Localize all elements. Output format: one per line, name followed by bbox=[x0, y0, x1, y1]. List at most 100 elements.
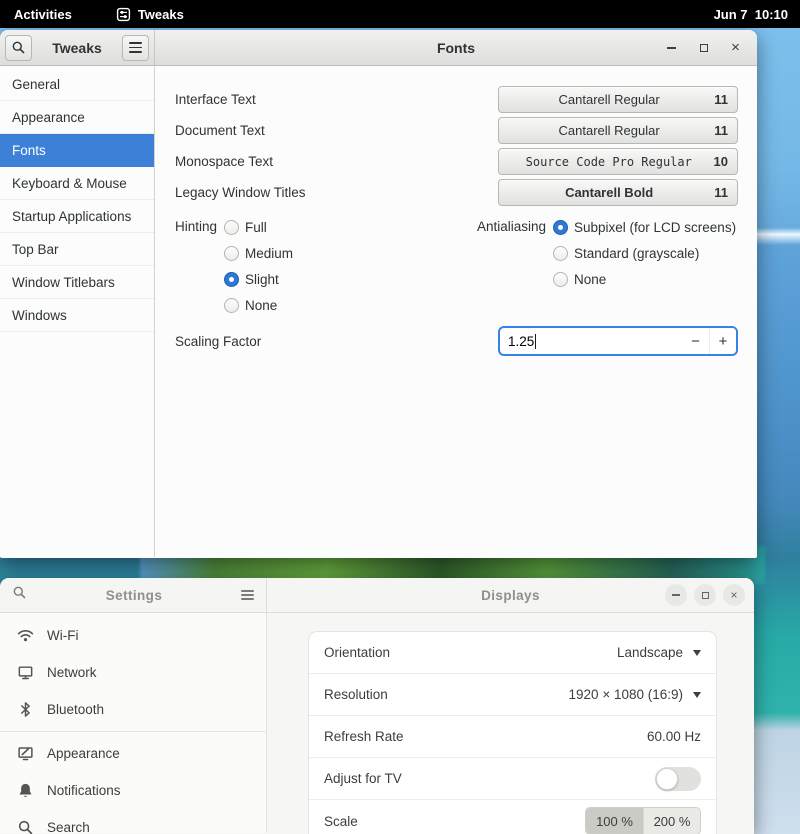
menu-button[interactable] bbox=[241, 590, 254, 601]
minimize-button[interactable] bbox=[665, 41, 678, 54]
decrement-button[interactable]: − bbox=[682, 328, 709, 354]
sidebar-item-label: Wi-Fi bbox=[47, 628, 78, 643]
sidebar-item-bluetooth[interactable]: Bluetooth bbox=[0, 691, 266, 728]
resolution-label: Resolution bbox=[324, 687, 388, 702]
settings-window: Settings Displays × Wi-Fi bbox=[0, 578, 754, 834]
clock[interactable]: Jun 7 10:10 bbox=[714, 7, 788, 22]
bluetooth-icon bbox=[17, 701, 34, 718]
legacy-window-titles-font-button[interactable]: Cantarell Bold 11 bbox=[498, 179, 738, 206]
font-name: Cantarell Regular bbox=[508, 123, 710, 138]
close-icon: × bbox=[730, 589, 737, 601]
document-text-row: Document Text Cantarell Regular 11 bbox=[175, 117, 738, 144]
resolution-row[interactable]: Resolution 1920 × 1080 (16:9) bbox=[309, 674, 716, 716]
close-button[interactable]: × bbox=[729, 41, 742, 54]
sidebar-separator bbox=[0, 731, 266, 732]
hinting-option-medium[interactable]: Medium bbox=[224, 240, 293, 266]
orientation-label: Orientation bbox=[324, 645, 390, 660]
radio-label: Medium bbox=[245, 246, 293, 261]
legacy-window-titles-label: Legacy Window Titles bbox=[175, 185, 306, 200]
sidebar-item-windows[interactable]: Windows bbox=[0, 299, 154, 332]
increment-button[interactable]: + bbox=[709, 328, 736, 354]
adjust-for-tv-toggle[interactable] bbox=[655, 767, 701, 791]
sidebar-item-notifications[interactable]: Notifications bbox=[0, 772, 266, 809]
hinting-option-full[interactable]: Full bbox=[224, 214, 293, 240]
hamburger-icon bbox=[241, 590, 254, 601]
legacy-window-titles-row: Legacy Window Titles Cantarell Bold 11 bbox=[175, 179, 738, 206]
scale-200-button[interactable]: 200 % bbox=[643, 808, 700, 834]
scaling-factor-row: Scaling Factor 1.25 − + bbox=[175, 326, 738, 356]
window-controls: × bbox=[665, 584, 745, 606]
font-name: Source Code Pro Regular bbox=[508, 155, 710, 169]
settings-sidebar: Wi-Fi Network Bluetooth bbox=[0, 613, 267, 833]
sidebar-item-general[interactable]: General bbox=[0, 68, 154, 101]
gnome-top-bar: Activities Tweaks Jun 7 10:10 bbox=[0, 0, 800, 28]
sidebar-item-network[interactable]: Network bbox=[0, 654, 266, 691]
sidebar-item-window-titlebars[interactable]: Window Titlebars bbox=[0, 266, 154, 299]
font-size: 10 bbox=[714, 154, 728, 169]
text-caret bbox=[535, 334, 536, 349]
orientation-row[interactable]: Orientation Landscape bbox=[309, 632, 716, 674]
resolution-value[interactable]: 1920 × 1080 (16:9) bbox=[569, 687, 701, 702]
sidebar-item-label: Search bbox=[47, 820, 90, 834]
hinting-option-slight[interactable]: Slight bbox=[224, 266, 293, 292]
search-button[interactable] bbox=[12, 585, 27, 605]
radio-icon bbox=[224, 220, 239, 235]
minimize-button[interactable] bbox=[665, 584, 687, 606]
scale-row: Scale 100 % 200 % bbox=[309, 800, 716, 834]
monospace-text-row: Monospace Text Source Code Pro Regular 1… bbox=[175, 148, 738, 175]
scale-100-button[interactable]: 100 % bbox=[586, 808, 643, 834]
interface-text-font-button[interactable]: Cantarell Regular 11 bbox=[498, 86, 738, 113]
menu-button[interactable] bbox=[122, 35, 149, 61]
scaling-factor-value[interactable]: 1.25 bbox=[500, 334, 534, 349]
sidebar-item-label: Notifications bbox=[47, 783, 121, 798]
sidebar-item-appearance[interactable]: Appearance bbox=[0, 735, 266, 772]
activities-button[interactable]: Activities bbox=[14, 7, 72, 22]
orientation-value[interactable]: Landscape bbox=[617, 645, 701, 660]
sidebar-item-label: Appearance bbox=[47, 746, 120, 761]
antialiasing-options: Subpixel (for LCD screens) Standard (gra… bbox=[553, 214, 738, 318]
sidebar-item-wifi[interactable]: Wi-Fi bbox=[0, 617, 266, 654]
settings-body: Wi-Fi Network Bluetooth bbox=[0, 613, 754, 833]
monospace-text-font-button[interactable]: Source Code Pro Regular 10 bbox=[498, 148, 738, 175]
chevron-down-icon bbox=[693, 650, 701, 656]
hinting-option-none[interactable]: None bbox=[224, 292, 293, 318]
antialiasing-option-subpixel[interactable]: Subpixel (for LCD screens) bbox=[553, 214, 738, 240]
close-button[interactable]: × bbox=[723, 584, 745, 606]
antialiasing-option-standard[interactable]: Standard (grayscale) bbox=[553, 240, 738, 266]
app-menu[interactable]: Tweaks bbox=[116, 7, 184, 22]
window-title: Settings bbox=[27, 588, 241, 603]
scaling-factor-spinbox[interactable]: 1.25 − + bbox=[498, 326, 738, 356]
sidebar-item-startup-applications[interactable]: Startup Applications bbox=[0, 200, 154, 233]
settings-headerbar-left: Settings bbox=[0, 578, 267, 612]
font-size: 11 bbox=[714, 185, 728, 200]
minimize-icon bbox=[672, 594, 680, 596]
interface-text-label: Interface Text bbox=[175, 92, 256, 107]
search-button[interactable] bbox=[5, 35, 32, 61]
radio-label: Slight bbox=[245, 272, 279, 287]
maximize-button[interactable] bbox=[697, 41, 710, 54]
tweaks-window: Tweaks Fonts × General Appearance Fonts … bbox=[0, 30, 757, 558]
sidebar-item-top-bar[interactable]: Top Bar bbox=[0, 233, 154, 266]
sidebar-item-search[interactable]: Search bbox=[0, 809, 266, 834]
sidebar-item-keyboard-mouse[interactable]: Keyboard & Mouse bbox=[0, 167, 154, 200]
antialiasing-option-none[interactable]: None bbox=[553, 266, 738, 292]
document-text-font-button[interactable]: Cantarell Regular 11 bbox=[498, 117, 738, 144]
settings-headerbar-right: Displays × bbox=[267, 578, 754, 612]
maximize-icon bbox=[702, 592, 709, 599]
radio-icon bbox=[224, 298, 239, 313]
maximize-button[interactable] bbox=[694, 584, 716, 606]
scaling-factor-label: Scaling Factor bbox=[175, 334, 261, 349]
sidebar-item-appearance[interactable]: Appearance bbox=[0, 101, 154, 134]
radio-label: Standard (grayscale) bbox=[574, 246, 699, 261]
minimize-icon bbox=[667, 47, 676, 49]
font-size: 11 bbox=[714, 92, 728, 107]
sidebar-item-fonts[interactable]: Fonts bbox=[0, 134, 154, 167]
radio-icon bbox=[224, 246, 239, 261]
tweaks-sidebar: General Appearance Fonts Keyboard & Mous… bbox=[0, 66, 155, 557]
hamburger-icon bbox=[129, 42, 142, 53]
font-size: 11 bbox=[714, 123, 728, 138]
refresh-rate-row: Refresh Rate 60.00 Hz bbox=[309, 716, 716, 758]
sidebar-item-label: Bluetooth bbox=[47, 702, 104, 717]
scale-label: Scale bbox=[324, 814, 358, 829]
search-icon bbox=[11, 40, 26, 55]
